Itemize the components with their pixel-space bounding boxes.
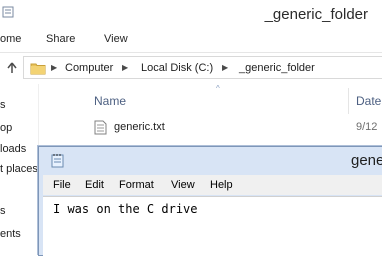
breadcrumb-computer[interactable]: Computer [65, 62, 113, 74]
explorer-window-title: _generic_folder [264, 6, 368, 23]
nav-item-documents[interactable]: ents [0, 228, 21, 240]
file-date: 9/12 [356, 121, 378, 133]
breadcrumb-separator: ▶ [222, 63, 229, 72]
ribbon-tabs: ome Share View [0, 27, 382, 53]
tab-view[interactable]: View [104, 33, 128, 45]
tab-share[interactable]: Share [46, 33, 75, 45]
up-arrow-icon[interactable] [7, 62, 17, 74]
menu-file[interactable]: File [53, 179, 71, 191]
sort-up-icon: ^ [216, 84, 220, 93]
column-divider[interactable] [348, 88, 349, 114]
nav-item-recent-places[interactable]: t places [0, 163, 38, 175]
breadcrumb-local-disk[interactable]: Local Disk (C:) [141, 62, 213, 74]
notepad-titlebar: gene [39, 147, 382, 173]
notepad-menubar: File Edit Format View Help [43, 175, 382, 195]
folder-icon [30, 63, 46, 75]
menu-help[interactable]: Help [210, 179, 233, 191]
breadcrumb-separator: ▶ [122, 63, 129, 72]
notepad-icon[interactable] [51, 153, 64, 168]
menu-view[interactable]: View [171, 179, 195, 191]
text-file-icon [94, 120, 107, 135]
notepad-text-area[interactable]: I was on the C drive [43, 196, 382, 258]
tab-home[interactable]: ome [0, 33, 21, 45]
nav-item-downloads[interactable]: loads [0, 143, 26, 155]
menu-format[interactable]: Format [119, 179, 154, 191]
explorer-titlebar: _generic_folder [0, 0, 382, 27]
column-header-date[interactable]: Date [356, 94, 381, 108]
address-bar[interactable]: ▶ Computer ▶ Local Disk (C:) ▶ _generic_… [23, 56, 382, 79]
address-row: ▶ Computer ▶ Local Disk (C:) ▶ _generic_… [0, 53, 382, 83]
breadcrumb-separator: ▶ [51, 63, 58, 72]
menu-edit[interactable]: Edit [85, 179, 104, 191]
file-name: generic.txt [114, 121, 165, 133]
notepad-window: gene File Edit Format View Help I was on… [38, 146, 382, 258]
nav-item-libraries[interactable]: s [0, 205, 6, 217]
column-header-name[interactable]: Name [94, 94, 126, 108]
navigation-pane: s op loads t places s ents [0, 84, 39, 250]
nav-item-desktop[interactable]: op [0, 122, 12, 134]
quick-access-icon[interactable] [2, 4, 15, 18]
breadcrumb-generic-folder[interactable]: _generic_folder [239, 62, 315, 74]
list-item[interactable]: generic.txt 9/12 [94, 118, 382, 136]
notepad-content: I was on the C drive [53, 202, 198, 216]
nav-item-favorites[interactable]: s [0, 99, 6, 111]
notepad-window-title: gene [351, 152, 382, 169]
